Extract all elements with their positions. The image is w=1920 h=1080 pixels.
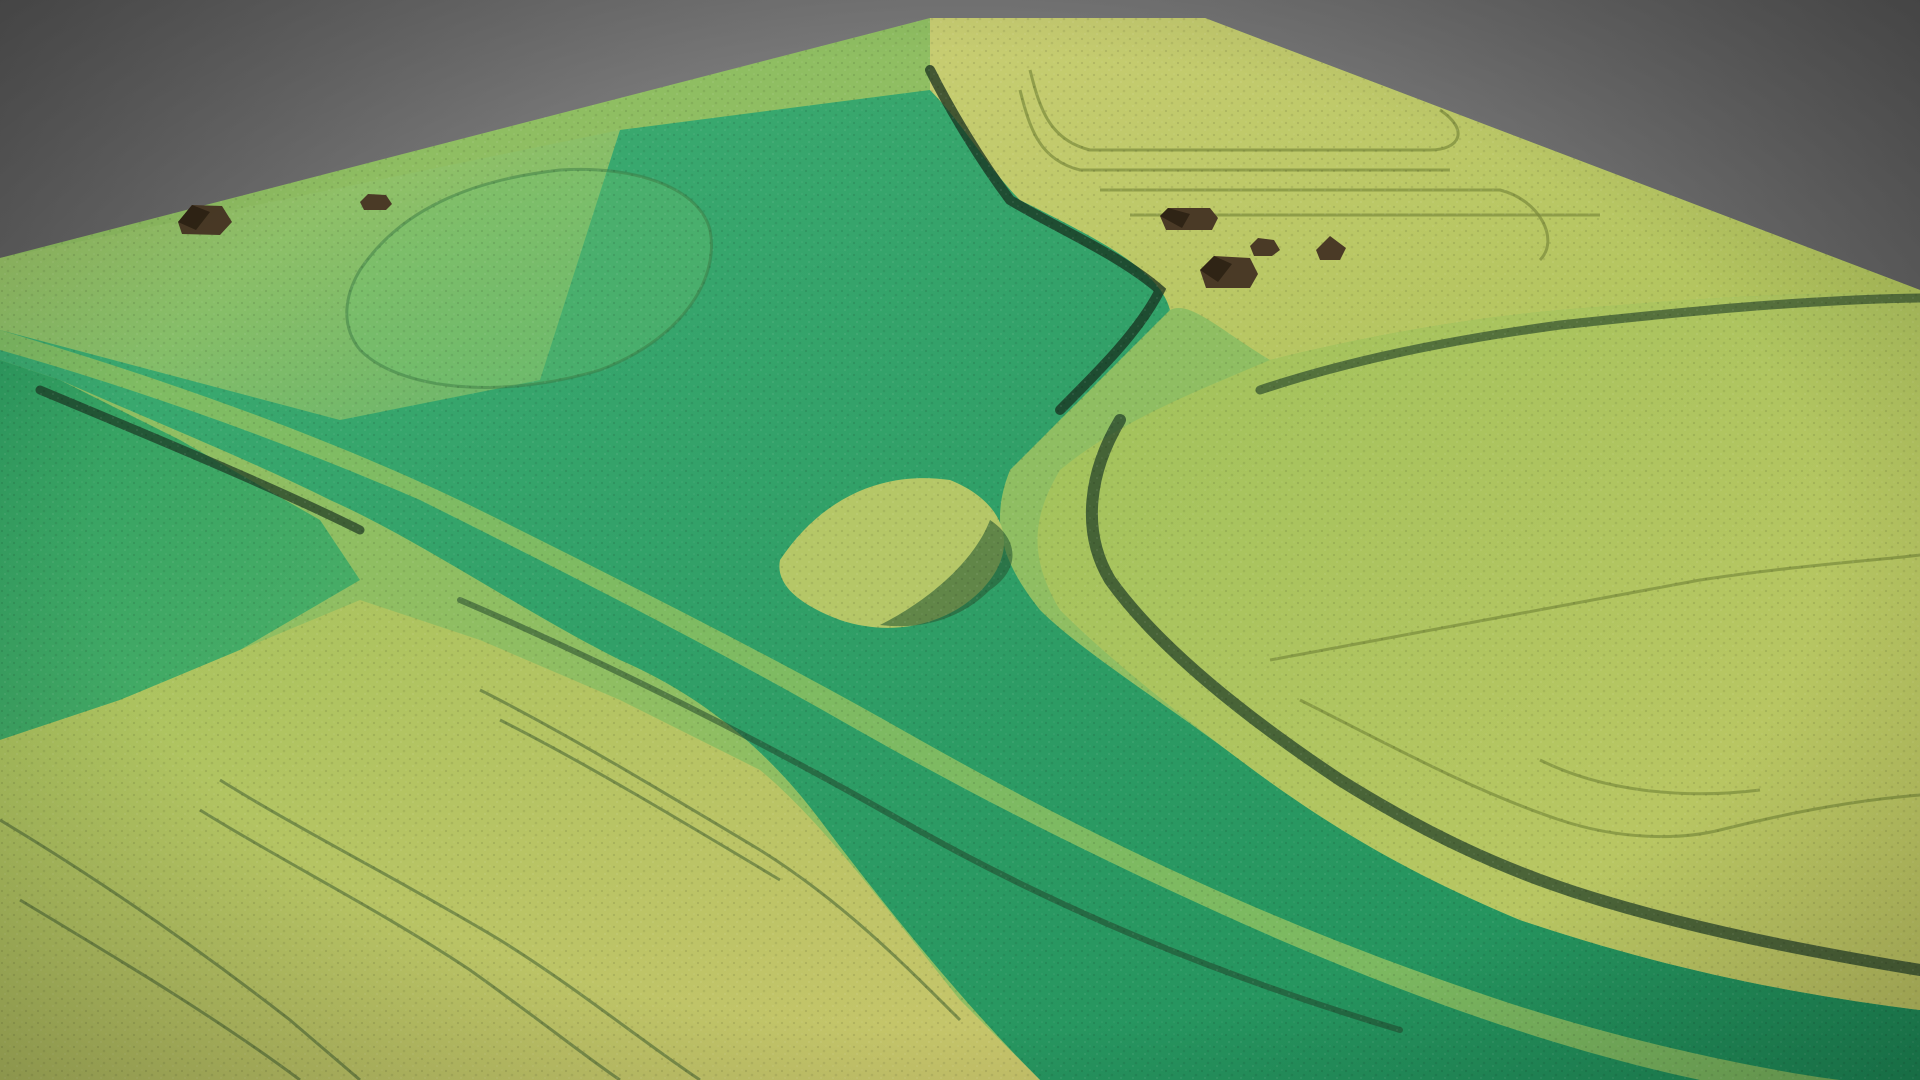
vignette [0, 0, 1920, 1080]
viewport[interactable] [0, 0, 1920, 1080]
terrain-render[interactable] [0, 0, 1920, 1080]
